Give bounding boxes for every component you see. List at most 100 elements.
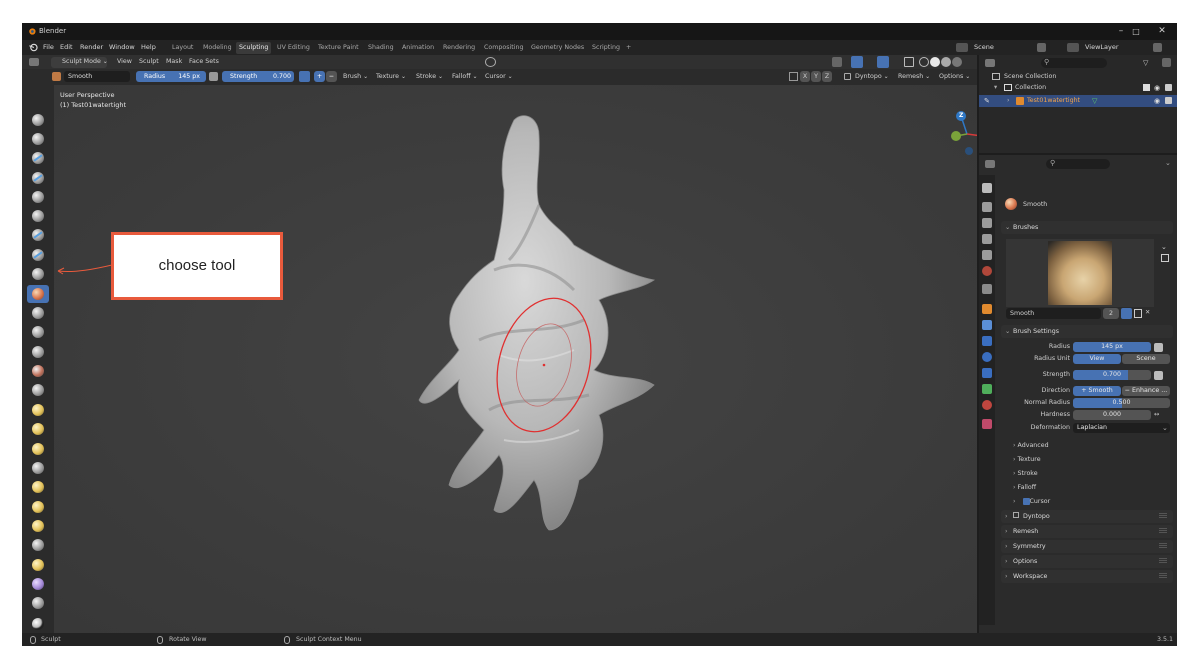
object-visibility-icon[interactable]: ◉ — [1154, 97, 1160, 105]
direction-smooth-button[interactable]: + Smooth — [1073, 386, 1121, 396]
menu-view[interactable]: View — [117, 58, 132, 65]
new-scene-icon[interactable] — [1037, 43, 1046, 52]
menu-face-sets[interactable]: Face Sets — [189, 58, 219, 65]
remesh-menu[interactable]: Remesh — [898, 73, 930, 80]
strength-slider[interactable]: 0.700 — [1073, 370, 1151, 380]
tool-boundary[interactable] — [27, 556, 49, 574]
dyntopo-panel-header[interactable]: Dyntopo — [1001, 510, 1173, 523]
xray-icon[interactable] — [904, 57, 914, 67]
add-workspace-button[interactable]: + — [623, 42, 634, 54]
overlay-icon[interactable] — [877, 56, 889, 68]
normal-radius-slider[interactable]: 0.500 — [1073, 398, 1170, 408]
brush-name-field[interactable]: Smooth — [64, 71, 130, 82]
tool-draw[interactable] — [27, 111, 49, 129]
hardness-invert-icon[interactable]: ↔ — [1154, 411, 1159, 418]
brush-menu[interactable]: Brush — [343, 73, 368, 80]
advanced-subpanel[interactable]: Advanced — [1013, 442, 1049, 449]
texture-menu[interactable]: Texture — [376, 73, 406, 80]
brush-preview-image[interactable] — [1048, 241, 1112, 305]
tab-texture-paint[interactable]: Texture Paint — [315, 42, 362, 54]
tool-smooth[interactable] — [27, 285, 49, 303]
view-layer-icon[interactable] — [1067, 43, 1079, 52]
tab-uv-editing[interactable]: UV Editing — [274, 42, 313, 54]
tool-flatten[interactable] — [27, 304, 49, 322]
radius-slider[interactable]: 145 px — [1073, 342, 1151, 352]
modifier-tab-icon[interactable] — [982, 320, 992, 330]
filter-icon[interactable]: ▽ — [1143, 59, 1148, 67]
tool-nudge[interactable] — [27, 498, 49, 516]
strength-pressure-icon[interactable] — [299, 71, 310, 82]
tool-cloth[interactable] — [27, 575, 49, 593]
radius-pressure-icon[interactable] — [209, 72, 218, 81]
transform-pivot-icon[interactable] — [485, 57, 496, 67]
tab-compositing[interactable]: Compositing — [481, 42, 526, 54]
strength-field[interactable]: Strength 0.700 — [222, 71, 294, 82]
mirror-x-toggle[interactable]: X — [800, 71, 810, 82]
data-tab-icon[interactable] — [982, 384, 992, 394]
menu-window[interactable]: Window — [109, 43, 135, 51]
material-shading-icon[interactable] — [941, 57, 951, 67]
3d-viewport[interactable]: User Perspective (1) Test01watertight Z — [54, 85, 990, 633]
tool-rotate[interactable] — [27, 517, 49, 535]
collection-label[interactable]: Collection — [1015, 84, 1046, 91]
wireframe-shading-icon[interactable] — [919, 57, 929, 67]
tab-animation[interactable]: Animation — [399, 42, 437, 54]
tool-inflate[interactable] — [27, 226, 49, 244]
texture-subpanel[interactable]: Texture — [1013, 456, 1041, 463]
tool-clay-strips[interactable] — [27, 169, 49, 187]
cursor-menu[interactable]: Cursor — [485, 73, 513, 80]
outliner-editor-icon[interactable] — [985, 59, 995, 67]
cursor-subpanel[interactable]: Cursor — [1013, 498, 1051, 505]
direction-subtract-button[interactable]: − — [326, 71, 337, 82]
tool-draw-sharp[interactable] — [27, 130, 49, 148]
outliner-row-object[interactable]: ✎ › Test01watertight ▽ ◉ — [979, 95, 1177, 107]
tab-rendering[interactable]: Rendering — [440, 42, 478, 54]
tool-scrape[interactable] — [27, 343, 49, 361]
menu-sculpt[interactable]: Sculpt — [139, 58, 159, 65]
tab-sculpting[interactable]: Sculpting — [236, 42, 272, 54]
tool-slide-relax[interactable] — [27, 536, 49, 554]
brushes-panel-header[interactable]: Brushes — [1001, 221, 1173, 234]
new-collection-icon[interactable] — [1162, 58, 1171, 67]
tool-clay-thumb[interactable] — [27, 188, 49, 206]
dyntopo-menu[interactable]: Dyntopo — [855, 73, 889, 80]
workspace-panel-header[interactable]: Workspace — [1001, 570, 1173, 583]
options-panel-header[interactable]: Options — [1001, 555, 1173, 568]
tool-thumb[interactable] — [27, 459, 49, 477]
material-tab-icon[interactable] — [982, 400, 992, 410]
menu-help[interactable]: Help — [141, 43, 156, 51]
tool-elastic-deform[interactable] — [27, 420, 49, 438]
mirror-y-toggle[interactable]: Y — [811, 71, 821, 82]
output-tab-icon[interactable] — [982, 218, 992, 228]
world-tab-icon[interactable] — [982, 266, 992, 276]
object-tab-icon[interactable] — [982, 304, 992, 314]
remesh-panel-header[interactable]: Remesh — [1001, 525, 1173, 538]
maximize-button[interactable]: □ — [1125, 25, 1147, 38]
menu-mask[interactable]: Mask — [166, 58, 182, 65]
view-layer-name[interactable]: ViewLayer — [1085, 43, 1119, 51]
symmetry-panel-header[interactable]: Symmetry — [1001, 540, 1173, 553]
dyntopo-checkbox[interactable] — [844, 73, 851, 80]
properties-search-input[interactable] — [1046, 159, 1110, 169]
constraints-tab-icon[interactable] — [982, 368, 992, 378]
properties-options-chevron[interactable]: ⌄ — [1165, 159, 1171, 167]
falloff-menu[interactable]: Falloff — [452, 73, 478, 80]
particles-tab-icon[interactable] — [982, 336, 992, 346]
collection-expand-arrow[interactable]: ▾ — [994, 84, 997, 91]
tab-layout[interactable]: Layout — [169, 42, 196, 54]
sculpt-mesh[interactable] — [399, 110, 689, 540]
deformation-dropdown[interactable]: Laplacian — [1073, 423, 1170, 433]
brush-browse-icon[interactable] — [1161, 254, 1169, 262]
mirror-z-toggle[interactable]: Z — [822, 71, 832, 82]
render-tab-icon[interactable] — [982, 202, 992, 212]
editor-type-icon[interactable] — [29, 58, 39, 66]
unlink-brush-icon[interactable]: ✕ — [1145, 309, 1150, 316]
tool-multiplane-scrape[interactable] — [27, 362, 49, 380]
scene-tab-icon[interactable] — [982, 250, 992, 260]
tool-mask[interactable] — [27, 615, 49, 633]
object-render-icon[interactable] — [1165, 97, 1172, 104]
object-name[interactable]: Test01watertight — [1027, 97, 1080, 104]
tool-clay[interactable] — [27, 149, 49, 167]
physics-tab-icon[interactable] — [982, 352, 992, 362]
mode-label[interactable]: Sculpt Mode — [62, 58, 108, 65]
